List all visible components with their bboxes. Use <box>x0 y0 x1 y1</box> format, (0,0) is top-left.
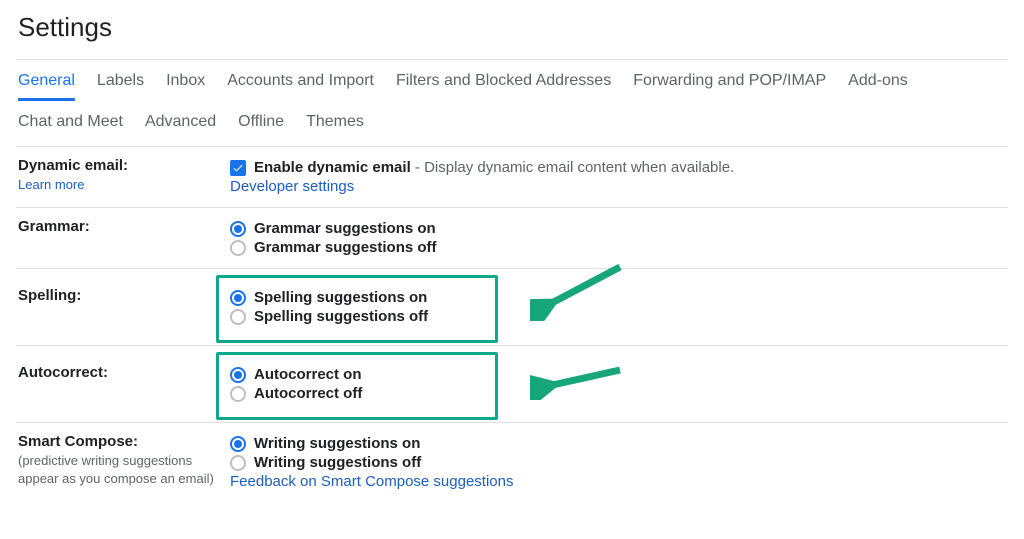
section-dynamic-email: Dynamic email: Learn more Enable dynamic… <box>16 147 1008 208</box>
spelling-on-radio[interactable] <box>230 290 246 306</box>
grammar-on-label: Grammar suggestions on <box>254 220 436 237</box>
tab-add-ons[interactable]: Add-ons <box>848 72 908 101</box>
tab-forwarding-and-pop-imap[interactable]: Forwarding and POP/IMAP <box>633 72 826 101</box>
tab-chat-and-meet[interactable]: Chat and Meet <box>18 113 123 142</box>
smart-compose-on-radio[interactable] <box>230 436 246 452</box>
section-grammar: Grammar: Grammar suggestions on Grammar … <box>16 208 1008 269</box>
tab-general[interactable]: General <box>18 72 75 101</box>
grammar-off-radio[interactable] <box>230 240 246 256</box>
smart-compose-on-label: Writing suggestions on <box>254 435 420 452</box>
tab-accounts-and-import[interactable]: Accounts and Import <box>227 72 374 101</box>
smart-compose-label: Smart Compose: <box>18 433 222 450</box>
autocorrect-off-radio[interactable] <box>230 386 246 402</box>
tab-labels[interactable]: Labels <box>97 72 144 101</box>
smart-compose-sub: (predictive writing suggestions appear a… <box>18 452 222 487</box>
developer-settings-link[interactable]: Developer settings <box>230 178 354 195</box>
smart-compose-off-label: Writing suggestions off <box>254 454 421 471</box>
enable-dynamic-email-label: Enable dynamic email <box>254 159 411 176</box>
autocorrect-on-radio[interactable] <box>230 367 246 383</box>
settings-tabs: General Labels Inbox Accounts and Import Fil… <box>16 59 1008 147</box>
check-icon <box>232 162 244 174</box>
section-smart-compose: Smart Compose: (predictive writing sugge… <box>16 423 1008 502</box>
tab-themes[interactable]: Themes <box>306 113 364 142</box>
tab-advanced[interactable]: Advanced <box>145 113 216 142</box>
grammar-label: Grammar: <box>18 218 222 235</box>
section-autocorrect: Autocorrect: Autocorrect on Autocorrect … <box>16 346 1008 423</box>
spelling-off-radio[interactable] <box>230 309 246 325</box>
autocorrect-label: Autocorrect: <box>18 364 222 381</box>
learn-more-link[interactable]: Learn more <box>18 177 84 192</box>
smart-compose-feedback-link[interactable]: Feedback on Smart Compose suggestions <box>230 473 513 490</box>
spelling-on-label: Spelling suggestions on <box>254 289 427 306</box>
enable-dynamic-email-checkbox[interactable] <box>230 160 246 176</box>
smart-compose-off-radio[interactable] <box>230 455 246 471</box>
autocorrect-on-label: Autocorrect on <box>254 366 362 383</box>
tab-inbox[interactable]: Inbox <box>166 72 205 101</box>
spelling-label: Spelling: <box>18 287 222 304</box>
grammar-off-label: Grammar suggestions off <box>254 239 437 256</box>
dynamic-email-label: Dynamic email: <box>18 157 222 174</box>
tab-offline[interactable]: Offline <box>238 113 284 142</box>
section-spelling: Spelling: Spelling suggestions on Spelli… <box>16 269 1008 346</box>
autocorrect-off-label: Autocorrect off <box>254 385 362 402</box>
enable-dynamic-email-desc: - Display dynamic email content when ava… <box>411 159 735 176</box>
tab-filters-and-blocked-addresses[interactable]: Filters and Blocked Addresses <box>396 72 611 101</box>
page-title: Settings <box>18 12 1008 43</box>
spelling-off-label: Spelling suggestions off <box>254 308 428 325</box>
grammar-on-radio[interactable] <box>230 221 246 237</box>
